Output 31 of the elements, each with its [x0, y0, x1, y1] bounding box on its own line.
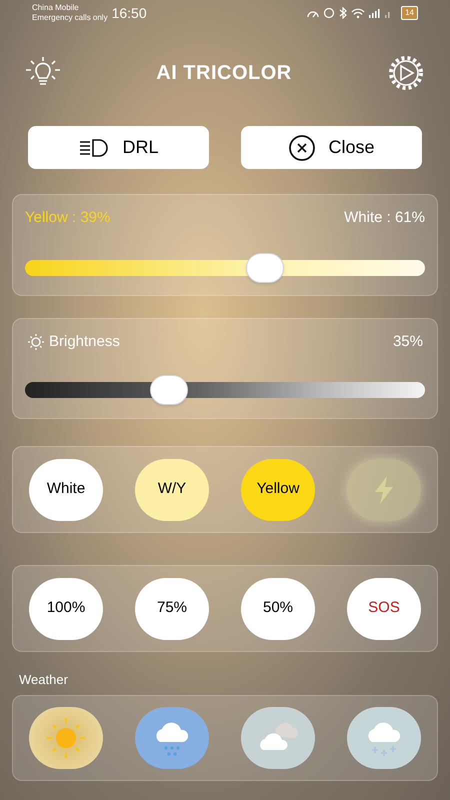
- brightness-preset-button[interactable]: 100%: [29, 578, 103, 640]
- section-label: Weather: [19, 671, 68, 689]
- network-note: Emergency calls only: [32, 13, 108, 23]
- drl-button[interactable]: DRL: [28, 126, 209, 169]
- signal-icon: [369, 7, 382, 19]
- brightness-slider[interactable]: [25, 374, 425, 406]
- color-mode-button[interactable]: Yellow: [241, 458, 315, 520]
- color-mode-button[interactable]: W/Y: [135, 458, 209, 520]
- headlight-icon: [78, 138, 110, 158]
- mix-ratio-right: White : 61%: [344, 208, 425, 228]
- close-icon: [288, 134, 316, 162]
- settings-icon[interactable]: [386, 55, 426, 91]
- carrier-name: China Mobile: [32, 3, 80, 13]
- app-title: AI TRICOLOR: [156, 61, 292, 86]
- slider-thumb[interactable]: [246, 252, 284, 282]
- color-mix-slider[interactable]: [25, 252, 425, 284]
- bluetooth-icon: [339, 7, 348, 19]
- brightness-preset-button[interactable]: 50%: [241, 578, 315, 640]
- close-button[interactable]: Close: [241, 126, 422, 169]
- battery-level: 14: [401, 6, 418, 20]
- flash-mode-button[interactable]: [347, 458, 421, 520]
- status-time: 16:50: [112, 4, 147, 22]
- sos-button[interactable]: SOS: [347, 578, 421, 640]
- mix-ratio-left: Yellow : 39%: [25, 208, 110, 228]
- wifi-icon: [351, 7, 366, 19]
- brightness-preset-button[interactable]: 75%: [135, 578, 209, 640]
- brightness-label: Brightness: [49, 332, 120, 352]
- slider-thumb[interactable]: [150, 374, 188, 404]
- sun-icon: [27, 333, 45, 352]
- brightness-value: 35%: [392, 332, 423, 352]
- color-mode-button[interactable]: White: [29, 458, 103, 520]
